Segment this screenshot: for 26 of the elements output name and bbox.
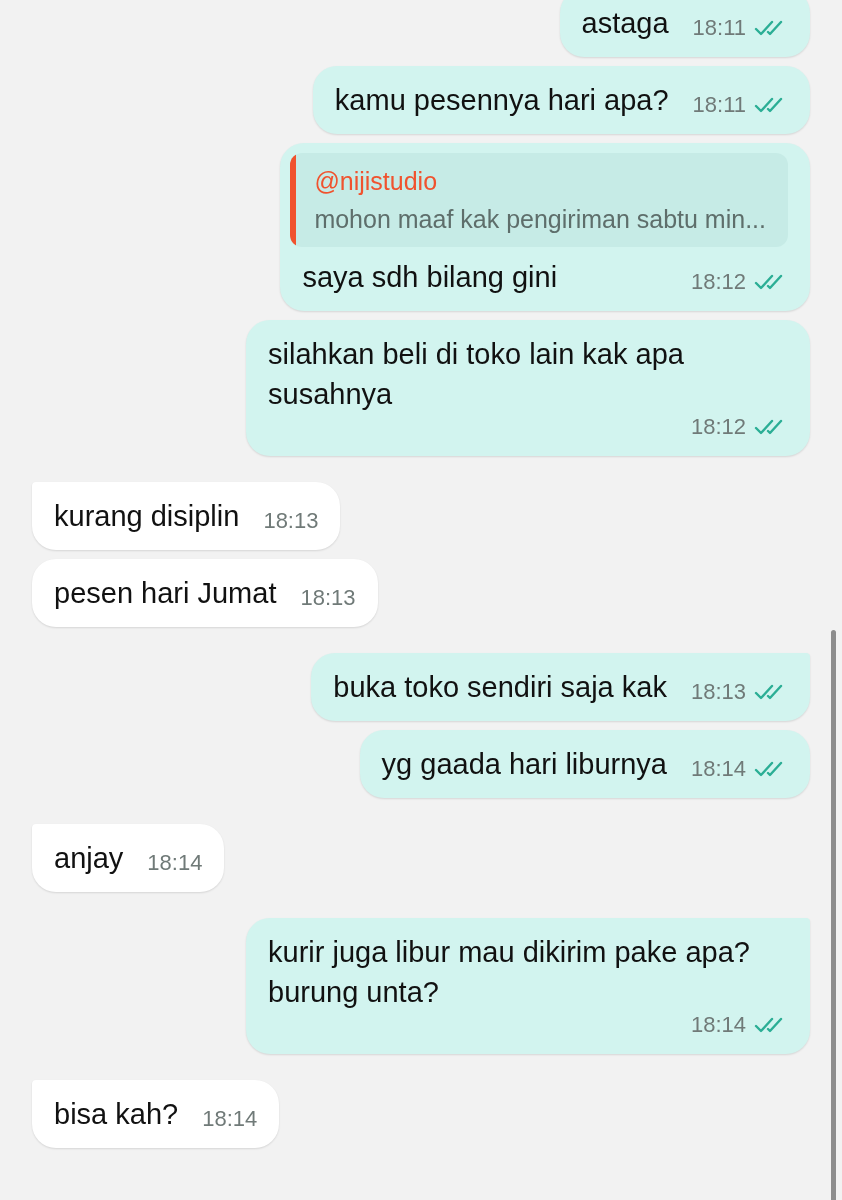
scrollbar[interactable] xyxy=(831,630,836,1200)
message-time: 18:14 xyxy=(147,850,203,876)
message-text: yg gaada hari liburnya xyxy=(381,747,667,782)
quoted-text: mohon maaf kak pengiriman sabtu min... xyxy=(314,204,766,235)
message-text: buka toko sendiri saja kak xyxy=(333,670,667,705)
message-time: 18:14 xyxy=(690,1012,746,1038)
message-time: 18:13 xyxy=(263,508,319,534)
message-text: bisa kah? xyxy=(54,1097,179,1132)
message-time: 18:11 xyxy=(692,92,746,118)
quoted-author: @nijistudio xyxy=(314,166,439,197)
quoted-message[interactable]: @nijistudio mohon maaf kak pengiriman sabtu min... xyxy=(290,153,788,247)
message-text: kurang disiplin xyxy=(54,499,240,534)
message-time: 18:11 xyxy=(692,15,746,41)
message-text: silahkan beli di toko lain kak apa susahnya xyxy=(268,337,685,412)
message-text: kurir juga libur mau dikirim pake apa? burung unta? xyxy=(268,935,751,1010)
message-time: 18:14 xyxy=(202,1106,258,1132)
message-text: kamu pesennya hari apa? xyxy=(334,83,669,118)
message-time: 18:13 xyxy=(690,679,746,705)
message-time: 18:12 xyxy=(690,414,746,440)
message-text: pesen hari Jumat xyxy=(54,576,277,611)
message-time: 18:12 xyxy=(690,269,746,295)
message-text: anjay xyxy=(54,841,124,876)
message-time: 18:13 xyxy=(300,585,356,611)
message-time: 18:14 xyxy=(690,756,746,782)
message-text: saya sdh bilang gini xyxy=(302,260,558,295)
message-text: astaga xyxy=(581,6,669,41)
